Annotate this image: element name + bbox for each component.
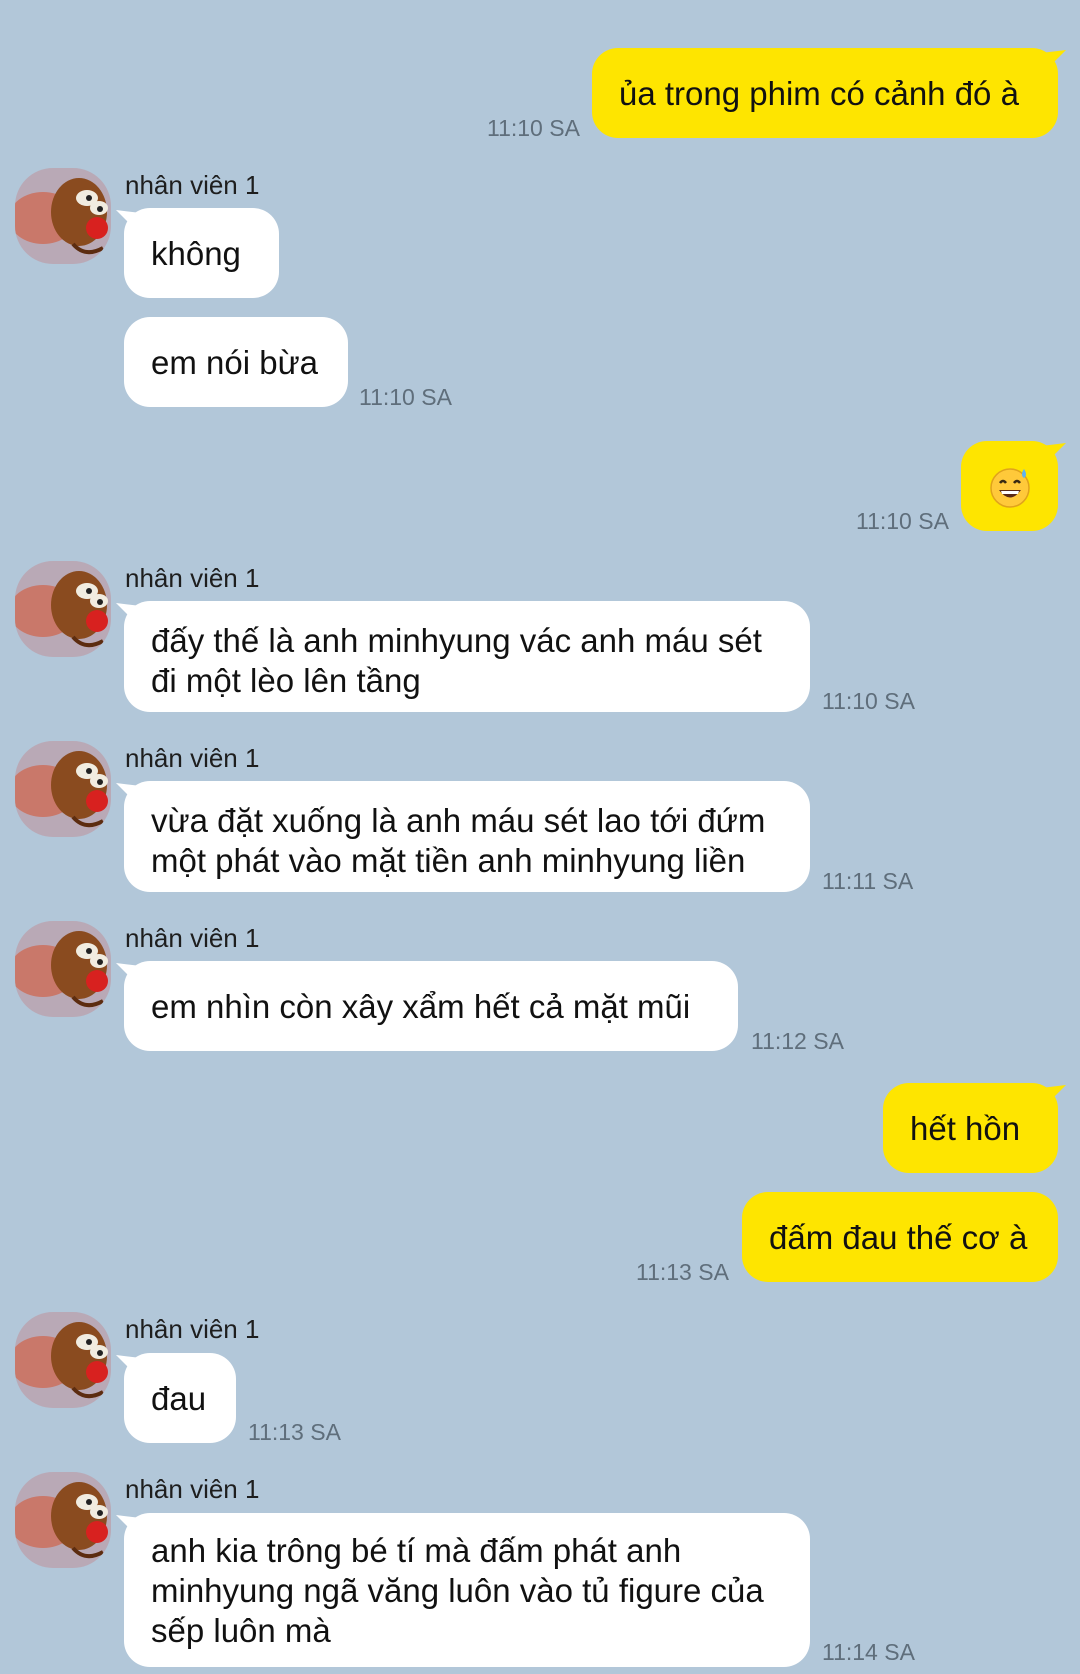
message-text: em nhìn còn xây xẩm hết cả mặt mũi xyxy=(151,988,691,1025)
avatar[interactable] xyxy=(15,921,111,1017)
message-text: anh kia trông bé tí mà đấm phát anh minh… xyxy=(151,1532,764,1649)
sender-name: nhân viên 1 xyxy=(125,1474,260,1504)
message-bubble-incoming[interactable]: không xyxy=(124,208,279,298)
message-timestamp: 11:11 SA xyxy=(822,868,914,894)
sender-name: nhân viên 1 xyxy=(125,1314,260,1344)
message-bubble-incoming[interactable]: anh kia trông bé tí mà đấm phát anh minh… xyxy=(124,1513,810,1667)
message-text: không xyxy=(151,235,241,272)
cartoon-mouse-avatar-icon xyxy=(15,561,111,657)
sender-name: nhân viên 1 xyxy=(125,923,260,953)
message-timestamp: 11:10 SA xyxy=(822,688,915,714)
message-bubble-incoming[interactable]: em nói bừa xyxy=(124,317,348,407)
avatar[interactable] xyxy=(15,741,111,837)
message-text: hết hồn xyxy=(910,1110,1021,1147)
message-timestamp: 11:13 SA xyxy=(248,1419,341,1445)
message-timestamp: 11:14 SA xyxy=(822,1639,915,1665)
message-timestamp: 11:10 SA xyxy=(487,115,580,141)
cartoon-mouse-avatar-icon xyxy=(15,1472,111,1568)
sender-name: nhân viên 1 xyxy=(125,563,260,593)
avatar[interactable] xyxy=(15,1472,111,1568)
message-bubble-outgoing[interactable]: ủa trong phim có cảnh đó à xyxy=(592,48,1058,138)
message-bubble-incoming[interactable]: vừa đặt xuống là anh máu sét lao tới đứm… xyxy=(124,781,810,892)
avatar[interactable] xyxy=(15,561,111,657)
message-text: em nói bừa xyxy=(151,344,319,381)
avatar[interactable] xyxy=(15,1312,111,1408)
sender-name: nhân viên 1 xyxy=(125,743,260,773)
grinning-face-with-sweat-icon xyxy=(990,468,1030,508)
message-text: đấm đau thế cơ à xyxy=(769,1219,1028,1256)
sender-name: nhân viên 1 xyxy=(125,170,260,200)
cartoon-mouse-avatar-icon xyxy=(15,168,111,264)
message-text: ủa trong phim có cảnh đó à xyxy=(619,75,1019,112)
cartoon-mouse-avatar-icon xyxy=(15,741,111,837)
message-bubble-incoming[interactable]: đau xyxy=(124,1353,236,1443)
cartoon-mouse-avatar-icon xyxy=(15,1312,111,1408)
message-timestamp: 11:10 SA xyxy=(359,384,452,410)
message-bubble-outgoing[interactable]: đấm đau thế cơ à xyxy=(742,1192,1058,1282)
avatar[interactable] xyxy=(15,168,111,264)
message-bubble-incoming[interactable]: em nhìn còn xây xẩm hết cả mặt mũi xyxy=(124,961,738,1051)
message-timestamp: 11:13 SA xyxy=(636,1259,729,1285)
message-timestamp: 11:12 SA xyxy=(751,1028,844,1054)
message-text: vừa đặt xuống là anh máu sét lao tới đứm… xyxy=(151,802,766,879)
message-bubble-outgoing[interactable] xyxy=(961,441,1058,531)
message-bubble-incoming[interactable]: đấy thế là anh minhyung vác anh máu sét … xyxy=(124,601,810,712)
message-text: đấy thế là anh minhyung vác anh máu sét … xyxy=(151,622,762,699)
message-timestamp: 11:10 SA xyxy=(856,508,949,534)
message-text: đau xyxy=(151,1380,207,1417)
message-bubble-outgoing[interactable]: hết hồn xyxy=(883,1083,1058,1173)
cartoon-mouse-avatar-icon xyxy=(15,921,111,1017)
